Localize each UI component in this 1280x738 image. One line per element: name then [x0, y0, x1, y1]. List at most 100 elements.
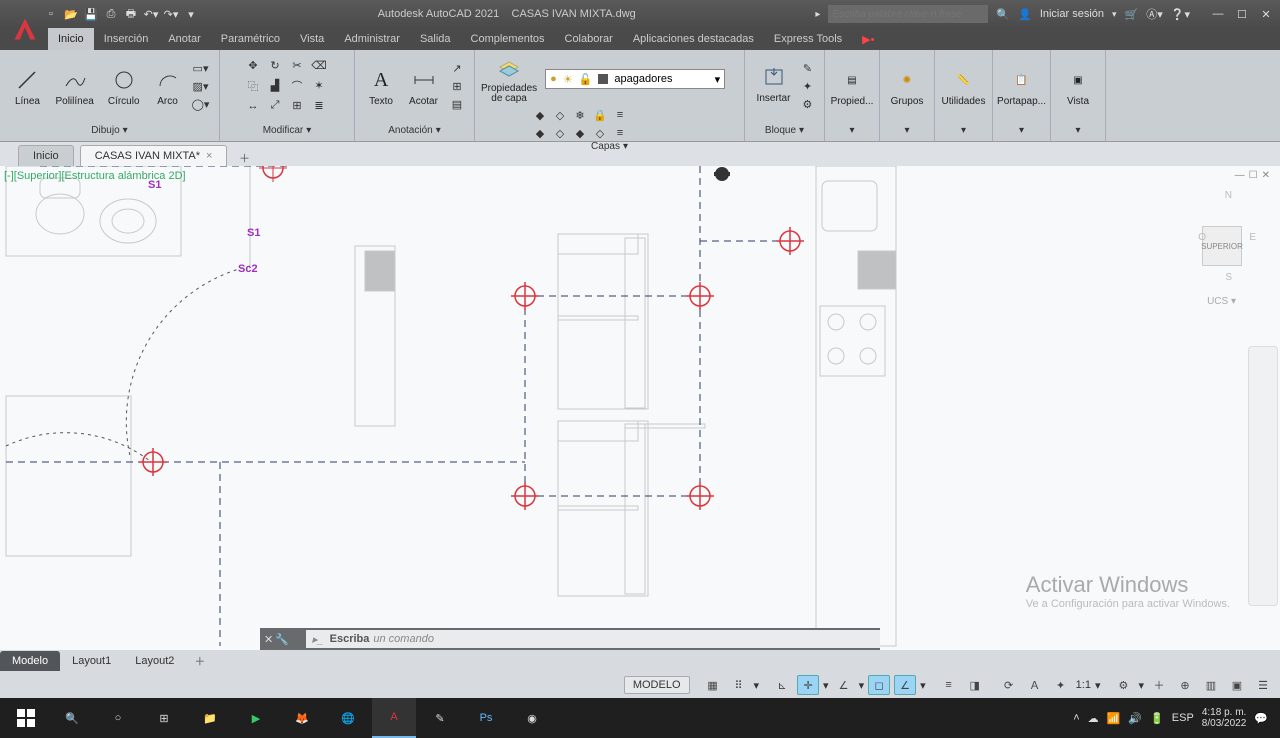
vista-button[interactable]: ▣Vista: [1060, 64, 1096, 109]
custom-icon[interactable]: ☰: [1252, 675, 1274, 695]
rotate-icon[interactable]: ↻: [266, 58, 284, 74]
tab-salida[interactable]: Salida: [410, 28, 461, 50]
app-logo[interactable]: [6, 4, 44, 54]
autocad-task-icon[interactable]: A: [372, 698, 416, 738]
linea-button[interactable]: Línea: [9, 64, 45, 109]
lay-d-icon[interactable]: ◇: [591, 125, 609, 141]
layer-props-button[interactable]: Propiedades de capa: [479, 54, 539, 104]
notifications-icon[interactable]: 💬: [1254, 712, 1268, 725]
tab-express[interactable]: Express Tools: [764, 28, 852, 50]
save-icon[interactable]: 💾: [84, 7, 98, 21]
stretch-icon[interactable]: ↔: [244, 98, 262, 114]
cycling-icon[interactable]: ⟳: [998, 675, 1020, 695]
chrome-icon[interactable]: 🌐: [326, 698, 370, 738]
ortho-icon[interactable]: ⊾: [771, 675, 793, 695]
drawing-canvas[interactable]: [-][Superior][Estructura alámbrica 2D] —…: [0, 166, 1280, 650]
user-icon[interactable]: 👤: [1018, 8, 1032, 21]
doc-tab-home[interactable]: Inicio: [18, 145, 74, 166]
qat-more-icon[interactable]: ▾: [184, 7, 198, 21]
command-input[interactable]: ▸_Escribaun comando: [306, 630, 880, 648]
iso-icon[interactable]: ∠: [833, 675, 855, 695]
start-button[interactable]: [4, 698, 48, 738]
blk-create-icon[interactable]: ✎: [798, 61, 816, 77]
lay-iso-icon[interactable]: ◆: [531, 107, 549, 123]
minimize-button[interactable]: —: [1208, 8, 1228, 21]
tab-inicio[interactable]: Inicio: [48, 28, 94, 50]
tab-administrar[interactable]: Administrar: [334, 28, 410, 50]
open-icon[interactable]: 📂: [64, 7, 78, 21]
tab-complementos[interactable]: Complementos: [461, 28, 555, 50]
cortana-button[interactable]: ○: [96, 698, 140, 738]
lay-b-icon[interactable]: ◇: [551, 125, 569, 141]
search-icon[interactable]: 🔍: [996, 8, 1010, 21]
redo-icon[interactable]: ↷▾: [164, 7, 178, 21]
lay-frz-icon[interactable]: ❄: [571, 107, 589, 123]
firefox-icon[interactable]: 🦊: [280, 698, 324, 738]
search-input[interactable]: [828, 5, 988, 23]
copy-icon[interactable]: ⿻: [244, 78, 262, 94]
share-icon[interactable]: ▸: [815, 9, 820, 20]
maximize-button[interactable]: ☐: [1232, 8, 1252, 21]
otrack-icon[interactable]: ∠: [894, 675, 916, 695]
obs-icon[interactable]: ◉: [510, 698, 554, 738]
autodesk-app-icon[interactable]: Ⓐ▾: [1146, 6, 1163, 22]
clock[interactable]: 4:18 p. m.8/03/2022: [1202, 707, 1247, 729]
tab-anotar[interactable]: Anotar: [158, 28, 210, 50]
search-button[interactable]: 🔍: [50, 698, 94, 738]
grid-icon[interactable]: ▦: [702, 675, 724, 695]
gear-icon[interactable]: ⚙: [1112, 675, 1134, 695]
layout-tab-1[interactable]: Layout1: [60, 651, 123, 671]
new-tab-button[interactable]: ＋: [233, 150, 255, 166]
annovis-icon[interactable]: ✦: [1050, 675, 1072, 695]
lay-lock-icon[interactable]: 🔒: [591, 107, 609, 123]
ellipse-icon[interactable]: ◯▾: [192, 97, 210, 113]
taskview-button[interactable]: ⊞: [142, 698, 186, 738]
blk-attr-icon[interactable]: ⚙: [798, 97, 816, 113]
doc-tab-file[interactable]: CASAS IVAN MIXTA* ×: [80, 145, 228, 166]
clip-button[interactable]: 📋Portapap...: [993, 64, 1050, 109]
onedrive-icon[interactable]: ☁: [1088, 712, 1099, 725]
battery-icon[interactable]: 🔋: [1150, 712, 1164, 725]
new-icon[interactable]: ▫: [44, 7, 58, 21]
units-icon[interactable]: ⊕: [1174, 675, 1196, 695]
help-icon[interactable]: ❔▾: [1171, 8, 1190, 21]
arco-button[interactable]: Arco: [150, 64, 186, 109]
offset-icon[interactable]: ≣: [310, 98, 328, 114]
undo-icon[interactable]: ↶▾: [144, 7, 158, 21]
command-line[interactable]: ✕ 🔧 ▸_Escribaun comando: [260, 628, 880, 650]
mirror-icon[interactable]: ▟: [266, 78, 284, 94]
acotar-button[interactable]: Acotar: [405, 64, 442, 109]
layout-tab-2[interactable]: Layout2: [123, 651, 186, 671]
layout-add-button[interactable]: ＋: [186, 653, 213, 669]
volume-icon[interactable]: 🔊: [1128, 712, 1142, 725]
lay-e-icon[interactable]: ≡: [611, 125, 629, 141]
hatch-icon[interactable]: ▨▾: [192, 79, 210, 95]
snap-icon[interactable]: ⠿: [728, 675, 750, 695]
utils-button[interactable]: 📏Utilidades: [938, 64, 990, 109]
record-icon[interactable]: ▶•: [862, 33, 874, 46]
osnap-icon[interactable]: ◻: [868, 675, 890, 695]
space-toggle[interactable]: MODELO: [624, 676, 690, 694]
insertar-button[interactable]: Insertar: [753, 61, 795, 113]
tab-aplicaciones[interactable]: Aplicaciones destacadas: [623, 28, 764, 50]
scale-label[interactable]: 1:1: [1076, 679, 1091, 691]
props-button[interactable]: ▤Propied...: [827, 64, 878, 109]
leader-icon[interactable]: ↗: [448, 61, 466, 77]
explorer-icon[interactable]: 📁: [188, 698, 232, 738]
grupos-button[interactable]: ✺Grupos: [887, 64, 928, 109]
field-icon[interactable]: ▤: [448, 97, 466, 113]
clean-icon[interactable]: ▣: [1226, 675, 1248, 695]
circulo-button[interactable]: Círculo: [104, 64, 144, 109]
rect-icon[interactable]: ▭▾: [192, 61, 210, 77]
trim-icon[interactable]: ✂: [288, 58, 306, 74]
cart-icon[interactable]: 🛒: [1125, 8, 1139, 21]
login-label[interactable]: Iniciar sesión: [1040, 8, 1104, 20]
tab-insercion[interactable]: Inserción: [94, 28, 159, 50]
lweight-icon[interactable]: ≡: [938, 675, 960, 695]
layout-tab-model[interactable]: Modelo: [0, 651, 60, 671]
tab-parametrico[interactable]: Paramétrico: [211, 28, 290, 50]
hw-icon[interactable]: ▥: [1200, 675, 1222, 695]
move-icon[interactable]: ✥: [244, 58, 262, 74]
qp-icon[interactable]: ＋: [1148, 675, 1170, 695]
array-icon[interactable]: ⊞: [288, 98, 306, 114]
